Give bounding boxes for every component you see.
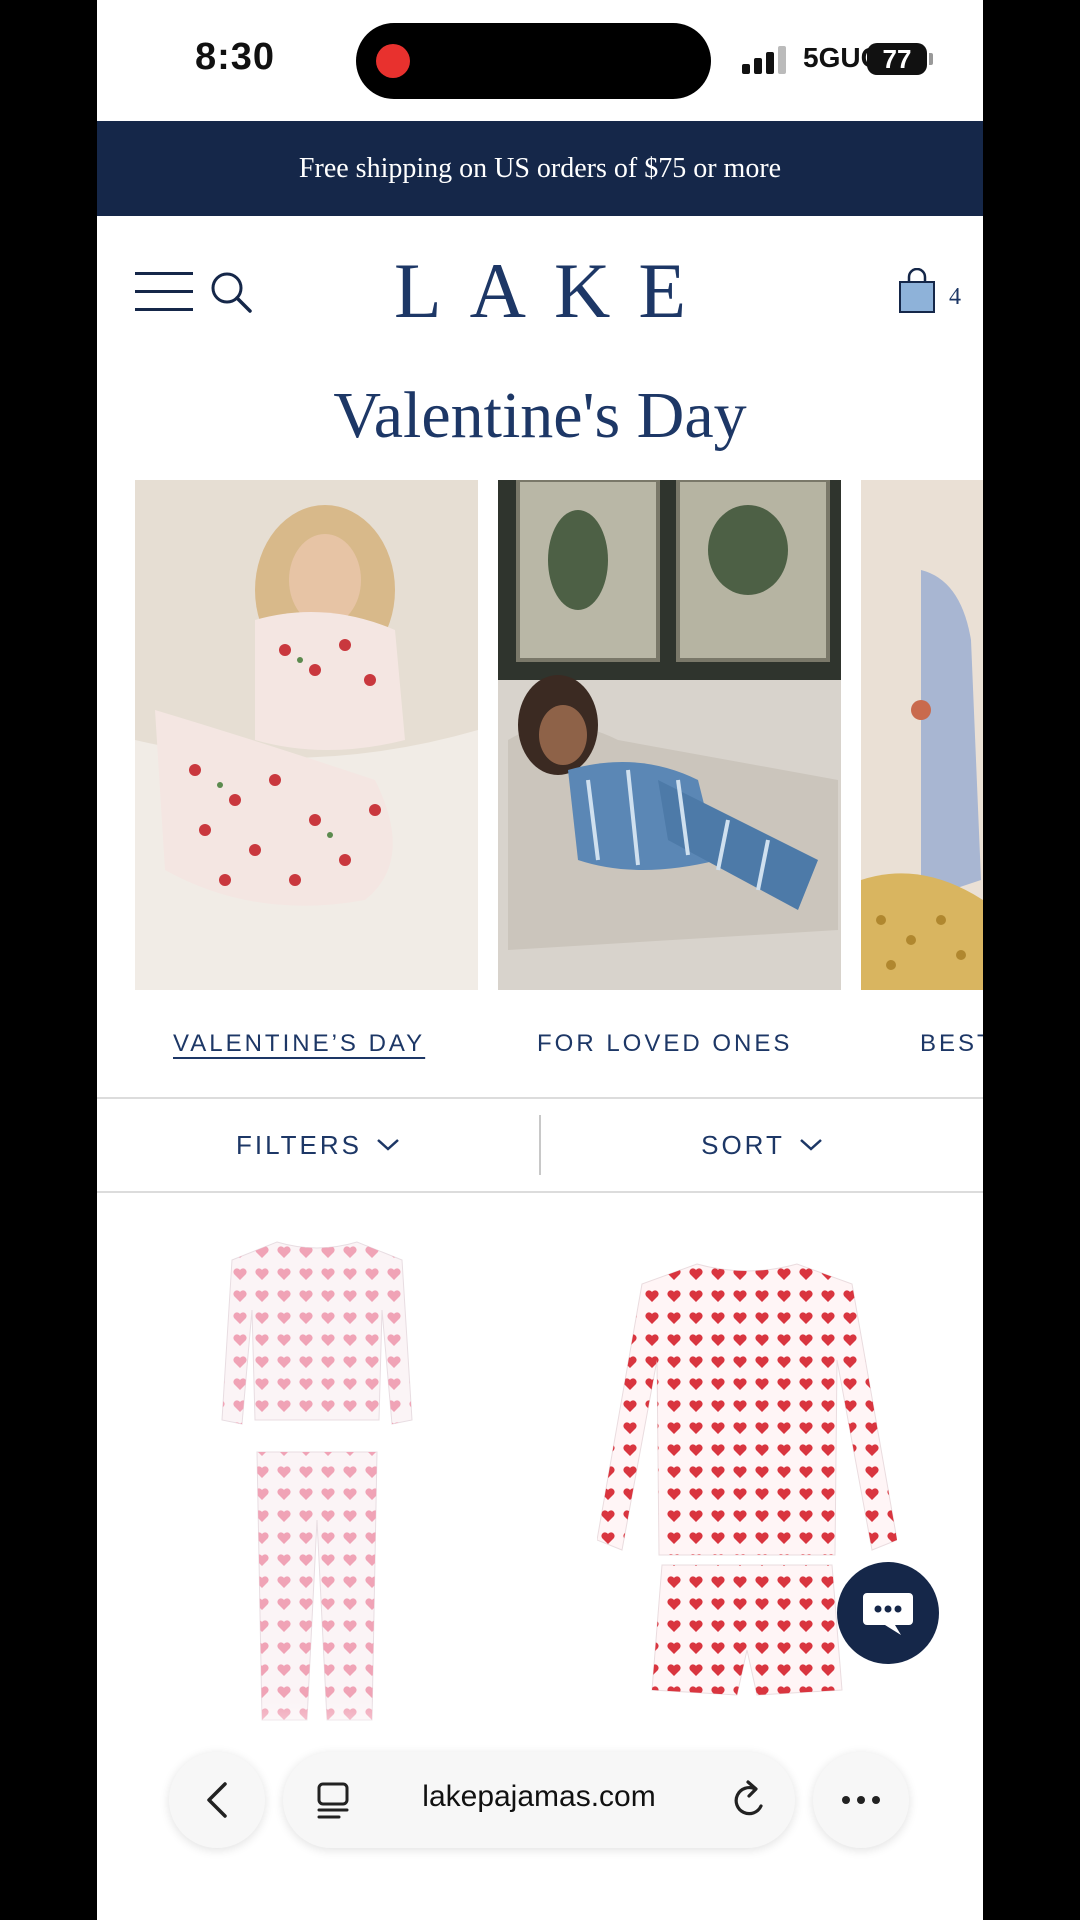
ellipsis-icon [842, 1796, 880, 1804]
category-link-best[interactable]: BEST [920, 1030, 983, 1058]
cart-count: 4 [949, 284, 961, 310]
filter-sort-bar: FILTERS SORT [97, 1097, 983, 1193]
sort-button[interactable]: SORT [541, 1099, 983, 1191]
promo-banner[interactable]: Free shipping on US orders of $75 or mor… [97, 121, 983, 216]
chevron-down-icon [377, 1139, 399, 1151]
category-link-valentines-day[interactable]: VALENTINE’S DAY [173, 1030, 425, 1058]
category-link-for-loved-ones[interactable]: FOR LOVED ONES [537, 1030, 792, 1058]
phone-screen: 8:30 5GUC 77 Free shipping on US orders … [97, 0, 983, 1920]
signal-icon [742, 46, 786, 74]
category-image-valentines-day[interactable] [135, 480, 478, 990]
shopping-bag-icon[interactable] [897, 268, 937, 314]
browser-toolbar: lakepajamas.com [97, 1700, 983, 1920]
category-image-best[interactable] [861, 480, 983, 990]
more-options-button[interactable] [813, 1752, 909, 1848]
status-time: 8:30 [195, 36, 276, 78]
url-text: lakepajamas.com [422, 1780, 656, 1813]
filters-label: FILTERS [236, 1129, 362, 1160]
dynamic-island [356, 23, 711, 99]
chat-button[interactable] [837, 1562, 939, 1664]
back-button[interactable] [169, 1752, 265, 1848]
chevron-left-icon [207, 1782, 227, 1818]
page-title: Valentine's Day [333, 379, 747, 452]
category-carousel[interactable] [135, 480, 983, 990]
address-bar[interactable]: lakepajamas.com [283, 1752, 795, 1848]
chevron-down-icon [800, 1139, 822, 1151]
reload-icon[interactable] [729, 1778, 769, 1822]
recording-indicator-icon [376, 44, 410, 78]
category-image-for-loved-ones[interactable] [498, 480, 841, 990]
site-header: LAKE 4 [97, 216, 983, 366]
sort-label: SORT [701, 1129, 785, 1160]
product-image-pink-hearts-pajama-set[interactable] [207, 1220, 427, 1730]
battery-indicator: 77 [867, 43, 933, 75]
filters-button[interactable]: FILTERS [97, 1099, 539, 1191]
chat-bubble-icon [863, 1593, 913, 1635]
brand-logo[interactable]: LAKE [97, 246, 983, 336]
status-bar: 8:30 5GUC 77 [97, 0, 983, 121]
